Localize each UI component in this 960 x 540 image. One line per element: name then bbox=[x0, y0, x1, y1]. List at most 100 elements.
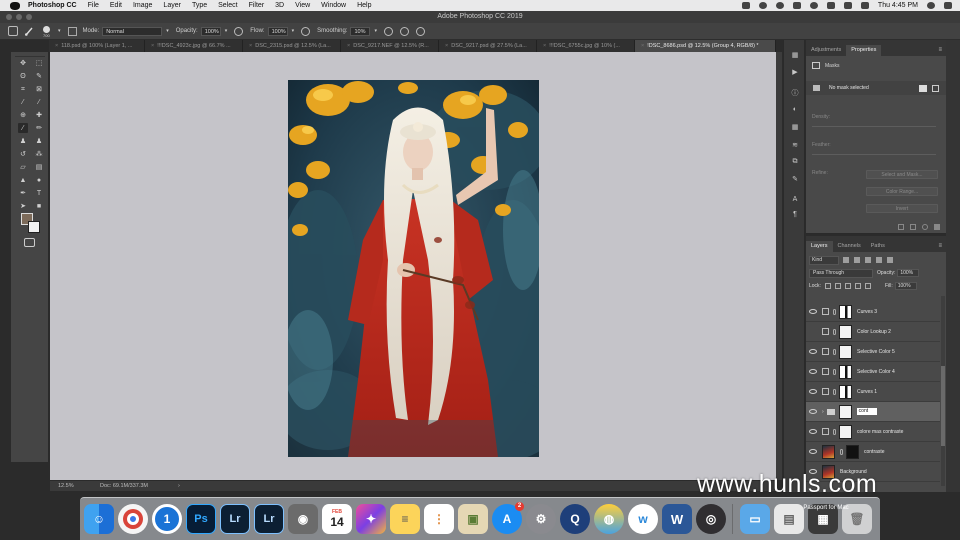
zoom-window-button[interactable] bbox=[26, 14, 32, 20]
crop-tool-icon[interactable]: ⌗ bbox=[18, 84, 28, 94]
chrome-icon[interactable] bbox=[118, 504, 148, 534]
brush-settings-icon[interactable] bbox=[67, 26, 77, 36]
pressure-opacity-icon[interactable] bbox=[234, 26, 244, 36]
filter-adjustment-icon[interactable] bbox=[854, 257, 860, 263]
notification-center-icon[interactable] bbox=[944, 2, 952, 9]
layer-mask-thumbnail[interactable] bbox=[839, 424, 852, 439]
flow-field[interactable]: 100% bbox=[267, 26, 288, 36]
layer-name[interactable]: contraste bbox=[864, 449, 885, 455]
layers-panel-menu-icon[interactable]: ≡ bbox=[938, 241, 942, 252]
brush-preset-picker[interactable]: 700 bbox=[40, 25, 54, 38]
layer-row[interactable]: Color Lookup 2 bbox=[806, 322, 940, 342]
background-color-swatch[interactable] bbox=[28, 221, 40, 233]
opacity-chevron-icon[interactable]: ▾ bbox=[225, 28, 228, 34]
dodge-tool-icon[interactable]: ● bbox=[34, 175, 44, 185]
link-chain-icon[interactable] bbox=[833, 428, 836, 435]
add-pixel-mask-icon[interactable] bbox=[919, 84, 927, 92]
patch-tool-icon[interactable]: ✚ bbox=[34, 110, 44, 120]
menu-edit[interactable]: Edit bbox=[110, 2, 122, 9]
invert-button[interactable]: Invert bbox=[866, 204, 938, 213]
layer-mask-thumbnail[interactable] bbox=[839, 324, 852, 339]
link-chain-icon[interactable] bbox=[840, 448, 843, 455]
opacity-field[interactable]: 100% bbox=[200, 26, 221, 36]
history-panel-icon[interactable]: ▦ bbox=[790, 50, 800, 59]
link-chain-icon[interactable] bbox=[833, 368, 836, 375]
close-tab-icon[interactable]: × bbox=[543, 43, 546, 49]
flag-icon[interactable] bbox=[860, 2, 869, 9]
history-brush-tool-icon[interactable]: ↺ bbox=[18, 149, 28, 159]
brush-tool-icon[interactable] bbox=[24, 26, 34, 36]
layer-name[interactable]: Curves 1 bbox=[857, 389, 877, 395]
bluetooth-icon[interactable] bbox=[792, 2, 801, 9]
spotlight-icon[interactable] bbox=[927, 2, 935, 9]
tab-document-3[interactable]: × DSC_2315.psd @ 12.5% (La... bbox=[243, 40, 341, 52]
filter-smart-object-icon[interactable] bbox=[887, 257, 893, 263]
sync-icon[interactable] bbox=[758, 2, 767, 9]
document-image[interactable] bbox=[288, 80, 539, 457]
quick-mask-icon[interactable] bbox=[24, 238, 35, 247]
tab-document-1[interactable]: × 118.psd @ 100% (Layer 1, ... bbox=[49, 40, 145, 52]
move-tool-icon[interactable]: ✥ bbox=[18, 58, 28, 68]
calendar-icon[interactable]: FEB 14 bbox=[322, 504, 352, 534]
visibility-eye-icon[interactable] bbox=[809, 309, 817, 314]
load-selection-icon[interactable] bbox=[898, 224, 904, 230]
lock-pixels-icon[interactable] bbox=[834, 283, 841, 289]
eraser-tool-icon[interactable]: ▱ bbox=[18, 162, 28, 172]
frame-tool-icon[interactable]: ⊠ bbox=[34, 84, 44, 94]
tab-paths[interactable]: Paths bbox=[866, 241, 890, 252]
brush-preset-chevron-icon[interactable]: ▾ bbox=[58, 28, 61, 34]
word-icon[interactable]: W bbox=[662, 504, 692, 534]
close-tab-icon[interactable]: × bbox=[641, 43, 644, 49]
menu-type[interactable]: Type bbox=[192, 2, 207, 9]
lock-position-icon[interactable] bbox=[844, 283, 851, 289]
visibility-eye-icon[interactable] bbox=[809, 409, 817, 414]
visibility-eye-icon[interactable] bbox=[809, 449, 817, 454]
layer-opacity-field[interactable]: 100% bbox=[897, 269, 920, 277]
color-panel-icon[interactable]: ◐ bbox=[790, 105, 800, 114]
tab-document-5[interactable]: × DSC_9217.psd @ 27.5% (La... bbox=[439, 40, 537, 52]
canvas-area[interactable] bbox=[50, 52, 776, 480]
battery-icon[interactable] bbox=[843, 2, 852, 9]
menu-app-name[interactable]: Photoshop CC bbox=[28, 2, 77, 9]
pressure-size-icon[interactable] bbox=[399, 26, 409, 36]
link-chain-icon[interactable] bbox=[833, 348, 836, 355]
tools-panel-grip[interactable] bbox=[15, 52, 45, 57]
maps-globe-icon[interactable]: ◍ bbox=[594, 504, 624, 534]
feather-slider[interactable] bbox=[812, 154, 936, 155]
flow-chevron-icon[interactable]: ▾ bbox=[292, 28, 295, 34]
obs-icon[interactable]: ◎ bbox=[696, 504, 726, 534]
layer-name[interactable]: Selective Color 5 bbox=[857, 349, 895, 355]
clone-stamp-tool-icon[interactable]: ♟ bbox=[18, 136, 28, 146]
lock-all-icon[interactable] bbox=[864, 283, 871, 289]
app-store-icon[interactable]: A2 bbox=[492, 502, 524, 534]
layer-mask-thumbnail[interactable] bbox=[839, 304, 852, 319]
link-chain-icon[interactable] bbox=[833, 388, 836, 395]
link-chain-icon[interactable] bbox=[833, 328, 836, 335]
select-and-mask-button[interactable]: Select and Mask... bbox=[866, 170, 938, 179]
apply-mask-icon[interactable] bbox=[910, 224, 916, 230]
visibility-eye-icon[interactable] bbox=[809, 369, 817, 374]
layer-name[interactable]: colore mas contraste bbox=[857, 429, 903, 435]
mode-chevron-icon[interactable]: ▾ bbox=[166, 28, 169, 34]
quicktime-icon[interactable]: Q bbox=[560, 504, 590, 534]
lock-transparent-icon[interactable] bbox=[824, 283, 831, 289]
status-menu-arrow[interactable]: › bbox=[178, 483, 180, 489]
smoothing-field[interactable]: 10% bbox=[350, 26, 371, 36]
filter-kind-select[interactable]: Kind bbox=[809, 255, 839, 265]
menu-help[interactable]: Help bbox=[357, 2, 371, 9]
photoshop-icon[interactable]: Ps bbox=[186, 504, 216, 534]
wifi-icon[interactable] bbox=[809, 2, 818, 9]
volume-icon[interactable] bbox=[826, 2, 835, 9]
tab-properties[interactable]: Properties bbox=[846, 45, 882, 56]
menu-layer[interactable]: Layer bbox=[163, 2, 181, 9]
spot-healing-tool-icon[interactable]: ⊕ bbox=[18, 110, 28, 120]
tab-layers[interactable]: Layers bbox=[806, 241, 833, 252]
layer-row[interactable]: contraste bbox=[806, 442, 940, 462]
layer-row-active[interactable]: › cont bbox=[806, 402, 940, 422]
layer-row[interactable]: Curves 1 bbox=[806, 382, 940, 402]
layer-mask-thumbnail[interactable] bbox=[839, 364, 852, 379]
delete-mask-icon[interactable] bbox=[934, 224, 940, 230]
close-tab-icon[interactable]: × bbox=[445, 43, 448, 49]
layer-row[interactable]: Selective Color 4 bbox=[806, 362, 940, 382]
layer-mask-thumbnail[interactable] bbox=[839, 384, 852, 399]
